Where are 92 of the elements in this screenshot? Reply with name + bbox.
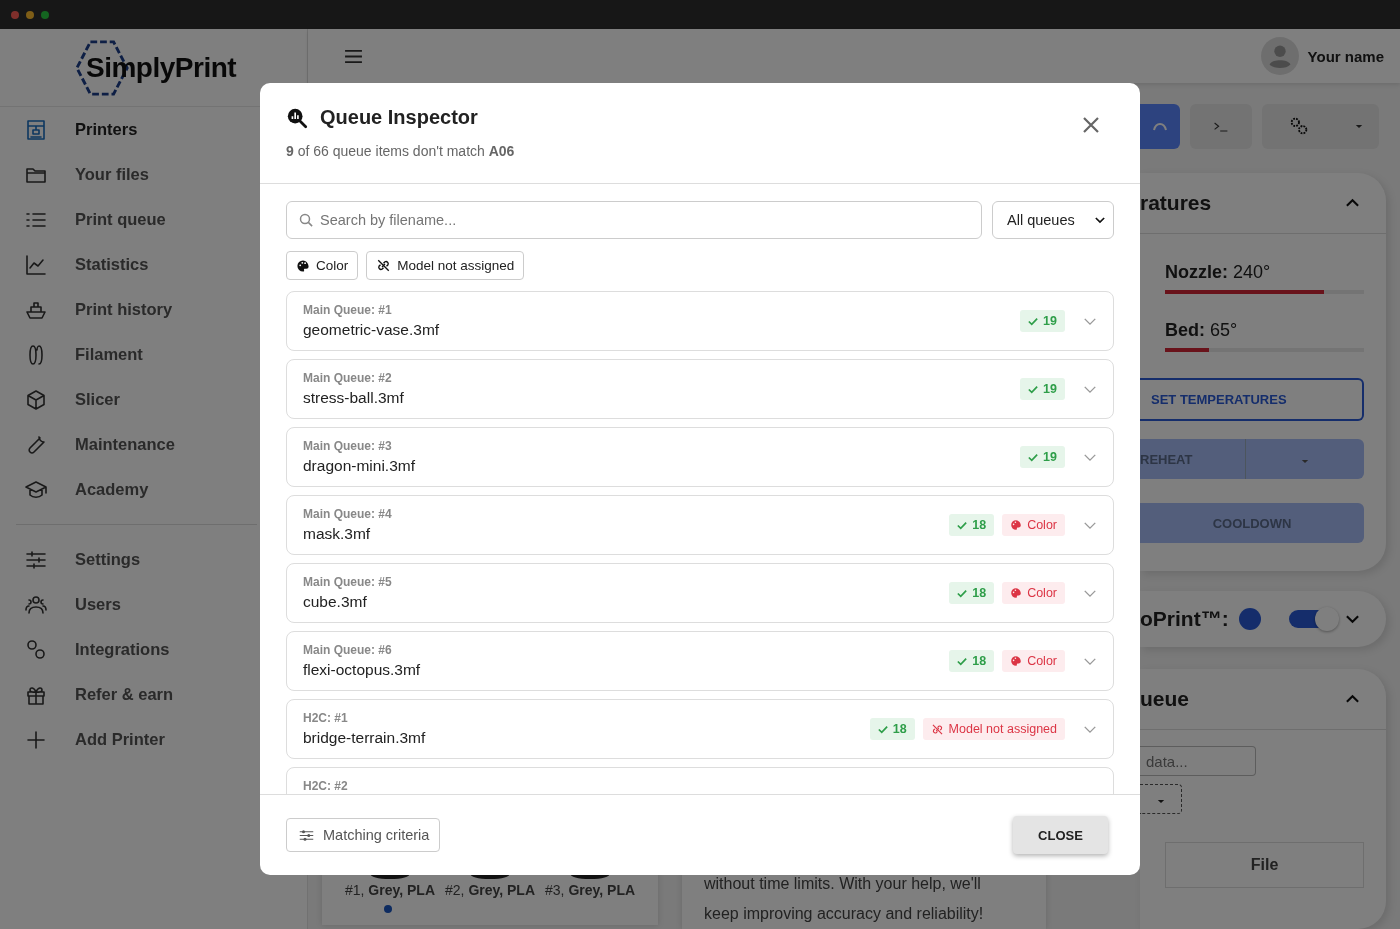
- queue-label: Main Queue: #2: [303, 371, 393, 385]
- match-count-badge: 18: [949, 650, 995, 672]
- queue-label: Main Queue: #5: [303, 575, 392, 589]
- chevron-down-icon[interactable]: [1083, 656, 1097, 666]
- match-count-badge: 18: [949, 582, 995, 604]
- queue-label: H2C: #2: [303, 779, 348, 793]
- close-icon[interactable]: [1081, 115, 1101, 135]
- match-count-badge: 18: [869, 718, 915, 740]
- sliders-icon: [299, 828, 314, 842]
- chevron-up-icon[interactable]: [1345, 198, 1360, 208]
- queue-item-card[interactable]: Main Queue: #1 geometric-vase.3mf 19: [286, 291, 1114, 351]
- file-name: bridge-terrain.3mf: [303, 729, 426, 747]
- queue-label: Main Queue: #1: [303, 303, 393, 317]
- issue-badge: Color: [1002, 514, 1065, 536]
- queue-label: H2C: #1: [303, 711, 349, 725]
- queue-item-card[interactable]: H2C: #1 bridge-terrain.3mf 18 Model not assigned: [286, 699, 1114, 759]
- chevron-down-icon[interactable]: [1083, 452, 1097, 462]
- search-field[interactable]: data...: [1140, 746, 1256, 776]
- chevron-down-icon[interactable]: [1083, 316, 1097, 326]
- file-name: mask.3mf: [303, 525, 372, 543]
- status-dot: [1238, 608, 1261, 630]
- card-title: ueue: [1140, 687, 1189, 711]
- dialog-title: Queue Inspector: [320, 106, 478, 129]
- dialog-subtitle: 9 of 66 queue items don't match A06: [286, 143, 516, 159]
- queue-label: Main Queue: #3: [303, 439, 393, 453]
- avatar-icon[interactable]: [1260, 37, 1299, 75]
- card-title: ratures: [1140, 191, 1212, 215]
- minimize-window-dot[interactable]: [26, 10, 34, 19]
- toggle-switch[interactable]: [1288, 610, 1337, 628]
- file-name: flexi-octopus.3mf: [303, 661, 421, 679]
- gears-icon: [1288, 115, 1310, 137]
- chevron-down-icon[interactable]: [1083, 520, 1097, 530]
- match-count-badge: 19: [1020, 310, 1065, 332]
- chevron-up-icon[interactable]: [1345, 694, 1360, 704]
- queue-label: Main Queue: #6: [303, 643, 393, 657]
- spool-label: #2, Grey, PLA: [445, 882, 536, 898]
- maximize-window-dot[interactable]: [41, 10, 49, 19]
- spool-label: #3, Grey, PLA: [545, 882, 636, 898]
- file-name: geometric-vase.3mf: [303, 321, 440, 339]
- queue-select[interactable]: All queues: [992, 201, 1114, 239]
- user-name[interactable]: Your name: [1307, 47, 1384, 65]
- caret-icon: [1301, 458, 1309, 464]
- queue-item-card[interactable]: Main Queue: #4 mask.3mf 18 Color: [286, 495, 1114, 555]
- file-name: dragon-mini.3mf: [303, 457, 415, 475]
- filter-chip[interactable]: Color: [286, 251, 359, 280]
- dropdown-button[interactable]: [1140, 784, 1182, 814]
- temperature-reading: Bed: 65°: [1165, 320, 1239, 341]
- sidebar-icon: [24, 117, 48, 142]
- queue-item-card[interactable]: Main Queue: #2 stress-ball.3mf 19: [286, 359, 1114, 419]
- sidebar-icon: [24, 637, 48, 662]
- issue-badge: Model not assigned: [922, 718, 1065, 740]
- caret-icon: [1355, 124, 1363, 129]
- printer-button[interactable]: [1140, 104, 1180, 149]
- match-count-badge: 19: [1020, 446, 1065, 468]
- logo-text: SimplyPrint: [86, 51, 237, 84]
- search-field[interactable]: Search by filename...: [286, 201, 982, 239]
- file-name: cube.3mf: [303, 593, 368, 611]
- sidebar-icon: [24, 387, 48, 412]
- close-window-dot[interactable]: [11, 10, 19, 19]
- queue-label: Main Queue: #4: [303, 507, 392, 521]
- temperature-reading: Nozzle: 240°: [1165, 262, 1272, 283]
- table-header: File: [1165, 842, 1364, 888]
- unlink-icon: [376, 258, 392, 273]
- chevron-down-icon[interactable]: [1083, 588, 1097, 598]
- queue-item-card[interactable]: Main Queue: #5 cube.3mf 18 Color: [286, 563, 1114, 623]
- sidebar-icon: [24, 252, 48, 277]
- palette-icon: [296, 258, 310, 273]
- terminal-icon: [1213, 120, 1229, 133]
- search-icon: [299, 213, 314, 228]
- notice-text: without time limits. With your help, we'll keep improving accuracy and reliability!: [704, 874, 985, 924]
- search-chart-icon: [286, 106, 308, 129]
- matching-criteria-button[interactable]: Matching criteria: [286, 818, 441, 852]
- page-indicator-dot[interactable]: [384, 905, 392, 913]
- match-count-badge: 19: [1020, 378, 1065, 400]
- queue-item-card[interactable]: Main Queue: #3 dragon-mini.3mf 19: [286, 427, 1114, 487]
- chevron-down-icon[interactable]: [1083, 724, 1097, 734]
- filter-chip[interactable]: Model not assigned: [366, 251, 525, 280]
- caret-icon: [1156, 798, 1165, 804]
- issue-badge: Color: [1002, 650, 1065, 672]
- queue-item-card[interactable]: Main Queue: #6 flexi-octopus.3mf 18 Color: [286, 631, 1114, 691]
- set-temperatures-button[interactable]: SET TEMPERATURES: [1140, 378, 1364, 421]
- chevron-down-icon[interactable]: [1083, 384, 1097, 394]
- menu-icon[interactable]: [344, 48, 363, 64]
- spool-label: #1, Grey, PLA: [345, 882, 435, 898]
- chevron-down-icon: [1095, 216, 1105, 224]
- file-name: stress-ball.3mf: [303, 389, 404, 407]
- issue-badge: Color: [1002, 582, 1065, 604]
- arc-icon: [1153, 122, 1167, 131]
- close-button[interactable]: CLOSE: [1013, 816, 1108, 854]
- match-count-badge: 18: [949, 514, 995, 536]
- chevron-down-icon[interactable]: [1345, 614, 1360, 624]
- card-title: oPrint™:: [1140, 607, 1229, 631]
